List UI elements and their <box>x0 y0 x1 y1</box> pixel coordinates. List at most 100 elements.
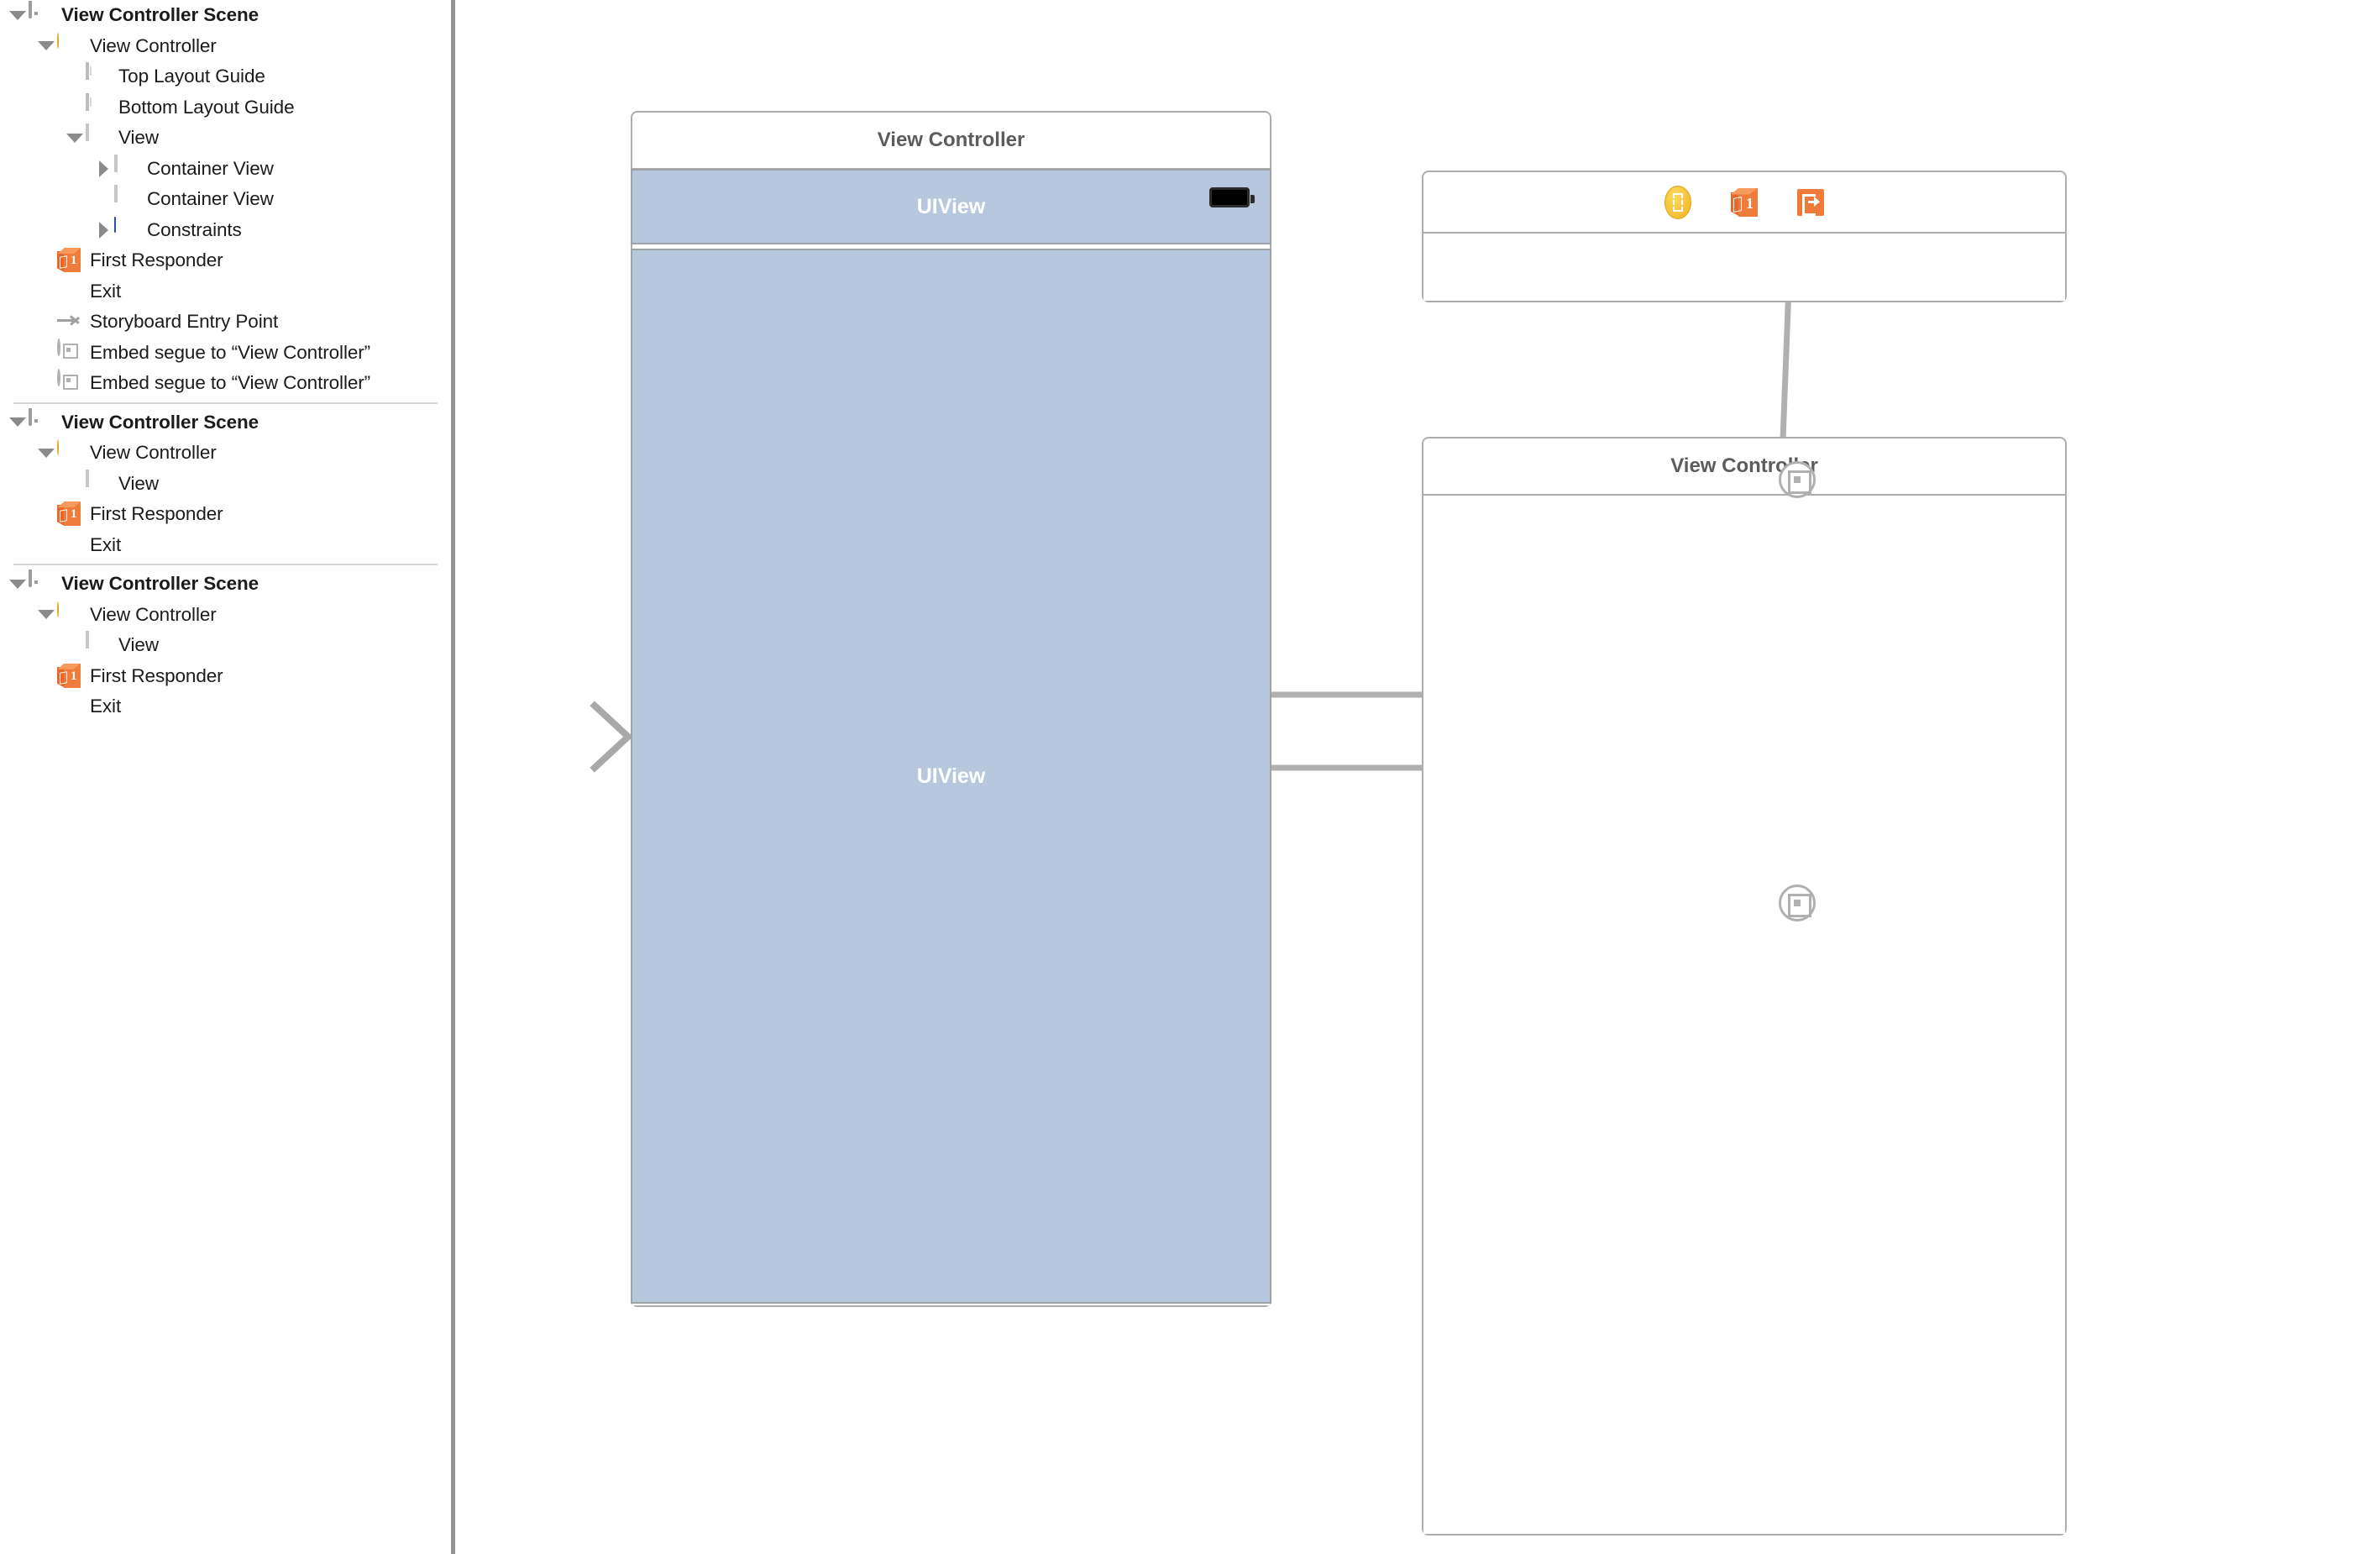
outline-item-view-controller[interactable]: View Controller <box>0 438 451 469</box>
scene-bottom-right-body[interactable] <box>1423 496 2065 1534</box>
outline-item-label: View <box>118 636 159 655</box>
view-controller-icon[interactable] <box>1664 186 1691 219</box>
embed-segue-icon <box>57 340 82 365</box>
outline-item-exit[interactable]: Exit <box>0 276 451 307</box>
outline-separator <box>13 402 438 404</box>
twisty-spacer <box>64 630 86 660</box>
scene-icon <box>29 3 54 28</box>
exit-icon <box>57 279 82 304</box>
scene-main-body[interactable]: UIView UIView <box>632 170 1270 1305</box>
uiview-main-label: UIView <box>917 764 986 789</box>
storyboard-entry-point-icon <box>57 309 82 334</box>
chevron-down-icon[interactable] <box>7 569 29 599</box>
chevron-down-icon[interactable] <box>35 600 57 630</box>
scene-bottom-right-title: View Controller <box>1423 438 2065 496</box>
twisty-spacer <box>35 307 57 337</box>
twisty-spacer <box>35 245 57 276</box>
outline-item-exit[interactable]: Exit <box>0 530 451 561</box>
outline-item-label: Embed segue to “View Controller” <box>90 344 370 363</box>
view-icon <box>86 633 111 658</box>
chevron-down-icon[interactable] <box>7 0 29 30</box>
top-layout-guide-icon <box>86 64 111 89</box>
uiview-main[interactable]: UIView <box>631 249 1271 1304</box>
twisty-spacer <box>35 499 57 529</box>
scene-bottom-right[interactable]: View Controller <box>1422 437 2067 1536</box>
constraints-icon <box>114 218 139 243</box>
outline-scene-header[interactable]: View Controller Scene <box>0 0 451 31</box>
twisty-spacer <box>64 469 86 499</box>
first-responder-icon[interactable]: 1 <box>1731 188 1758 217</box>
container-view-icon <box>114 186 139 212</box>
exit-icon <box>57 694 82 719</box>
outline-item-label: First Responder <box>90 505 223 524</box>
outline-item-storyboard-entry-point[interactable]: Storyboard Entry Point <box>0 307 451 338</box>
outline-scene-header[interactable]: View Controller Scene <box>0 569 451 600</box>
outline-separator <box>13 564 438 565</box>
view-controller-icon <box>57 34 82 59</box>
scene-icon <box>29 410 54 435</box>
embed-segue-badge-icon[interactable] <box>1779 885 1816 921</box>
embed-segue-badge-icon[interactable] <box>1779 461 1816 498</box>
outline-item-constraints[interactable]: Constraints <box>0 215 451 246</box>
outline-item-view[interactable]: View <box>0 469 451 500</box>
scene-main[interactable]: View Controller UIView UIView <box>631 111 1271 1307</box>
outline-scene-label: View Controller Scene <box>61 6 259 25</box>
first-responder-icon: 1 <box>57 248 82 273</box>
outline-item-top-layout-guide[interactable]: Top Layout Guide <box>0 61 451 92</box>
outline-item-label: View <box>118 475 159 494</box>
outline-item-label: View Controller <box>90 444 217 463</box>
chevron-down-icon[interactable] <box>64 123 86 153</box>
battery-icon <box>1209 187 1250 207</box>
outline-item-view[interactable]: View <box>0 123 451 154</box>
outline-item-label: Container View <box>147 190 274 209</box>
outline-item-label: View Controller <box>90 37 217 56</box>
outline-scene-header[interactable]: View Controller Scene <box>0 407 451 438</box>
embed-segue-icon <box>57 370 82 396</box>
scene-top-right-dock[interactable]: 1 <box>1423 172 2065 234</box>
scene-top-right-body[interactable] <box>1423 234 2065 301</box>
scene-icon <box>29 571 54 596</box>
document-outline-panel[interactable]: View Controller Scene View Controller Top … <box>0 0 451 1554</box>
exit-icon[interactable] <box>1797 189 1824 216</box>
container-view-icon <box>114 156 139 181</box>
outline-item-view-controller[interactable]: View Controller <box>0 600 451 631</box>
outline-item-first-responder[interactable]: 1 First Responder <box>0 245 451 276</box>
view-controller-icon <box>57 440 82 465</box>
outline-item-label: Exit <box>90 282 121 302</box>
uiview-top[interactable]: UIView <box>631 169 1271 244</box>
twisty-spacer <box>64 61 86 92</box>
outline-scene-label: View Controller Scene <box>61 575 259 594</box>
view-controller-icon <box>57 602 82 627</box>
storyboard-canvas[interactable]: View Controller UIView UIView 1 <box>455 0 2380 1554</box>
outline-item-label: Bottom Layout Guide <box>118 98 294 118</box>
outline-item-label: First Responder <box>90 251 223 270</box>
chevron-right-icon[interactable] <box>92 215 114 245</box>
outline-item-view[interactable]: View <box>0 630 451 661</box>
chevron-down-icon[interactable] <box>7 407 29 438</box>
outline-item-label: First Responder <box>90 667 223 686</box>
chevron-down-icon[interactable] <box>35 31 57 61</box>
outline-item-label: Constraints <box>147 221 242 240</box>
scene-top-right[interactable]: 1 <box>1422 171 2067 302</box>
outline-item-label: Top Layout Guide <box>118 67 265 87</box>
twisty-spacer <box>35 691 57 722</box>
chevron-right-icon[interactable] <box>92 154 114 184</box>
outline-item-first-responder[interactable]: 1First Responder <box>0 661 451 692</box>
outline-item-label: View <box>118 129 159 148</box>
outline-item-container-view[interactable]: Container View <box>0 154 451 185</box>
outline-item-exit[interactable]: Exit <box>0 691 451 722</box>
view-icon <box>86 125 111 150</box>
outline-item-bottom-layout-guide[interactable]: Bottom Layout Guide <box>0 92 451 123</box>
chevron-down-icon[interactable] <box>35 438 57 468</box>
outline-item-label: View Controller <box>90 606 217 625</box>
twisty-spacer <box>35 276 57 307</box>
storyboard-entry-point-arrow <box>455 706 628 768</box>
outline-item-embed-segue[interactable]: Embed segue to “View Controller” <box>0 368 451 399</box>
twisty-spacer <box>35 661 57 691</box>
outline-item-container-view[interactable]: Container View <box>0 184 451 215</box>
outline-item-view-controller[interactable]: View Controller <box>0 31 451 62</box>
outline-item-first-responder[interactable]: 1First Responder <box>0 499 451 530</box>
outline-item-embed-segue[interactable]: Embed segue to “View Controller” <box>0 338 451 369</box>
exit-icon <box>57 533 82 558</box>
twisty-spacer <box>35 338 57 368</box>
